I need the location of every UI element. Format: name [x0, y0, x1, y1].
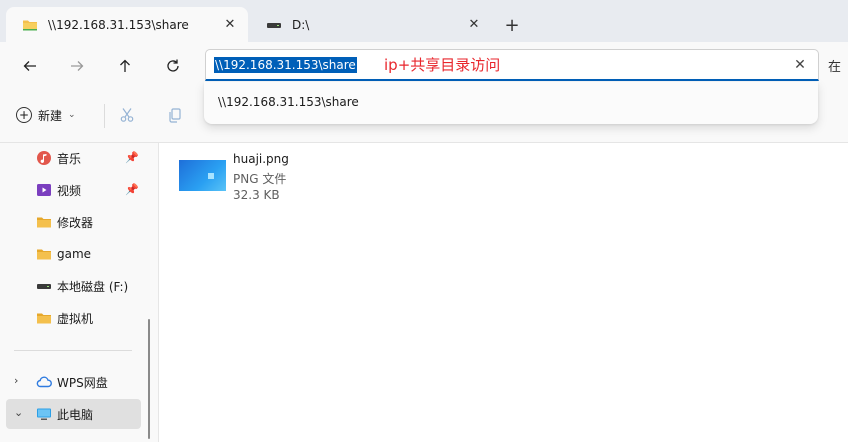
cut-button[interactable] [116, 104, 138, 126]
arrow-right-icon [71, 61, 84, 71]
sidebar-item-label: 虚拟机 [57, 311, 94, 326]
chevron-right-icon[interactable]: › [14, 374, 18, 387]
address-input[interactable]: \\192.168.31.153\share [214, 57, 357, 73]
sidebar-item-game[interactable]: game [6, 239, 141, 269]
sidebar-scrollbar[interactable] [148, 319, 150, 439]
copy-icon [169, 108, 181, 123]
sidebar-item-label: game [57, 247, 92, 261]
divider [14, 350, 132, 351]
forward-button[interactable] [63, 52, 91, 80]
tab-d-drive[interactable]: D:\ ✕ [250, 7, 492, 42]
file-type: PNG 文件 [233, 172, 287, 186]
arrow-up-icon [120, 59, 130, 72]
sidebar-item-label: WPS网盘 [57, 375, 108, 390]
back-button[interactable] [16, 52, 44, 80]
new-button[interactable]: + 新建 ⌄ [16, 102, 76, 128]
address-suggestions: \\192.168.31.153\share [204, 82, 818, 124]
sidebar-item-label: 视频 [57, 183, 82, 198]
sidebar-item-virtual-machine[interactable]: 虚拟机 [6, 303, 141, 333]
chevron-down-icon[interactable]: ⌄ [14, 406, 23, 419]
sidebar-item-label: 修改器 [57, 215, 94, 230]
close-icon[interactable]: ✕ [222, 17, 238, 33]
suggestion-item[interactable]: \\192.168.31.153\share [218, 95, 359, 109]
tab-title: \\192.168.31.153\share [48, 17, 189, 32]
refresh-button[interactable] [159, 52, 187, 80]
navigation-pane: 音乐 📌 视频 📌 修改器 game 本地磁盘 (F:) 虚拟机 › WPS网盘… [0, 143, 159, 442]
annotation-text: ip+共享目录访问 [384, 56, 501, 74]
address-bar[interactable]: \\192.168.31.153\share ✕ [205, 49, 819, 81]
up-button[interactable] [111, 52, 139, 80]
file-size: 32.3 KB [233, 188, 280, 202]
music-icon [36, 150, 52, 166]
computer-icon [36, 406, 52, 422]
drive-icon [266, 17, 282, 33]
tab-bar: \\192.168.31.153\share ✕ D:\ ✕ + [0, 0, 848, 42]
plus-icon: + [16, 107, 32, 123]
sidebar-item-wps-cloud[interactable]: › WPS网盘 [6, 367, 141, 397]
scissors-icon [120, 108, 134, 122]
drive-icon [36, 278, 52, 294]
cloud-icon [36, 374, 52, 390]
close-icon[interactable]: ✕ [792, 57, 808, 73]
sidebar-item-label: 此电脑 [57, 407, 94, 422]
sidebar-item-video[interactable]: 视频 📌 [6, 175, 141, 205]
image-thumbnail [179, 160, 226, 191]
folder-icon [36, 310, 52, 326]
pin-icon[interactable]: 📌 [125, 183, 139, 196]
folder-icon [22, 17, 38, 33]
file-name: huaji.png [233, 152, 289, 166]
file-list: huaji.png PNG 文件 32.3 KB [159, 143, 848, 442]
pin-icon[interactable]: 📌 [125, 151, 139, 164]
sidebar-item-music[interactable]: 音乐 📌 [6, 143, 141, 173]
divider [104, 104, 105, 128]
chevron-down-icon: ⌄ [68, 110, 76, 120]
file-item[interactable]: huaji.png PNG 文件 32.3 KB [179, 151, 339, 207]
sidebar-item-label: 音乐 [57, 151, 82, 166]
refresh-icon [167, 59, 179, 72]
new-label: 新建 [38, 108, 63, 123]
tab-title: D:\ [292, 17, 310, 32]
copy-button[interactable] [164, 104, 186, 126]
sidebar-item-this-pc[interactable]: ⌄ 此电脑 [6, 399, 141, 429]
new-tab-button[interactable]: + [500, 13, 524, 37]
video-icon [36, 182, 52, 198]
sidebar-item-label: 本地磁盘 (F:) [57, 279, 129, 294]
folder-icon [36, 214, 52, 230]
sidebar-item-local-disk-f[interactable]: 本地磁盘 (F:) [6, 271, 141, 301]
tab-share[interactable]: \\192.168.31.153\share ✕ [6, 7, 248, 42]
close-icon[interactable]: ✕ [466, 17, 482, 33]
arrow-left-icon [23, 61, 36, 71]
search-box-partial[interactable]: 在 [828, 56, 841, 75]
sidebar-item-modifier[interactable]: 修改器 [6, 207, 141, 237]
folder-icon [36, 246, 52, 262]
